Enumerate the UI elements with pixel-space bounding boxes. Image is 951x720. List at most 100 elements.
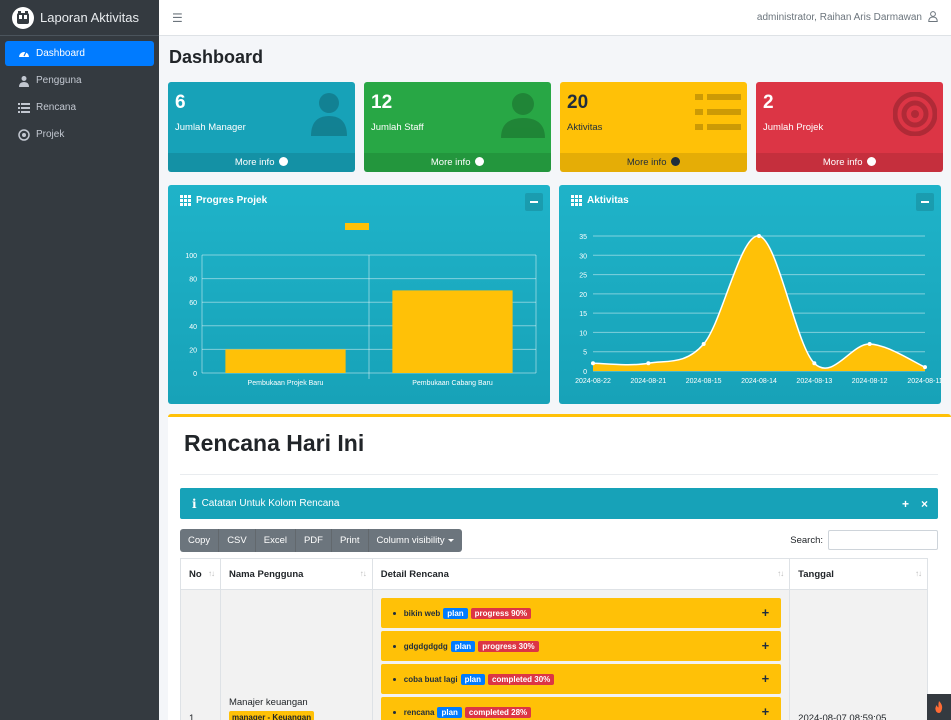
rencana-title: Rencana Hari Ini [184, 430, 365, 456]
aktivitas-card: Aktivitas 35 30 25 20 15 10 5 0 2024-08-22 2024-0… [559, 185, 941, 404]
plan-type-badge: plan [450, 640, 476, 652]
more-info-link[interactable]: More info [168, 153, 355, 172]
bullet [392, 677, 396, 681]
rencana-table: No ↑↓ Nama Pengguna ↑↓ Detail Rencana ↑↓ Ta… [180, 558, 928, 720]
target-icon [892, 91, 938, 139]
plan-status-badge: progress 30% [478, 640, 539, 652]
info-icon: i [192, 496, 197, 511]
brand[interactable]: Laporan Aktivitas [0, 0, 159, 36]
more-info-label: More info [430, 157, 471, 168]
y-tick-label: 25 [579, 273, 587, 280]
add-button[interactable]: + [762, 704, 770, 719]
x-tick-label: Pembukaan Projek Baru [248, 380, 324, 387]
column-header-nama[interactable]: Nama Pengguna ↑↓ [219, 558, 373, 590]
plan-text: rencana [403, 707, 435, 717]
more-info-link[interactable]: More info [364, 153, 551, 172]
topbar: ☰ administrator, Raihan Aris Darmawan [159, 0, 951, 36]
collapse-button[interactable] [525, 193, 543, 211]
app-title: Laporan Aktivitas [40, 10, 140, 25]
dashboard-icon [18, 48, 30, 60]
bullet [392, 710, 396, 714]
sidebar: Laporan Aktivitas Dashboard Pengguna Ren… [0, 0, 159, 720]
target-icon [18, 128, 30, 141]
stat-box-manager: 6 Jumlah Manager More info [168, 82, 355, 172]
plan-status-badge: progress 90% [470, 607, 532, 619]
plan-item: coba buat lagi plan completed 30% + [380, 664, 782, 694]
list-icon [18, 102, 30, 114]
card-header: Aktivitas [559, 185, 941, 215]
pdf-button[interactable]: PDF [295, 529, 332, 552]
add-button[interactable]: + [762, 638, 770, 653]
menu-icon[interactable]: ☰ [172, 11, 183, 25]
user-menu[interactable]: administrator, Raihan Aris Darmawan [756, 10, 938, 25]
sidebar-item-pengguna[interactable]: Pengguna [5, 68, 154, 93]
x-tick-label: 2024-08-11 [907, 378, 941, 385]
sort-icon: ↑↓ [777, 569, 784, 578]
y-tick-label: 10 [579, 330, 587, 337]
collapse-button[interactable] [916, 193, 934, 211]
column-header-no[interactable]: No ↑↓ [180, 558, 221, 590]
export-buttons: Copy CSV Excel PDF Print Column visibili… [180, 529, 462, 552]
user-icon [18, 75, 30, 87]
column-label: Tanggal [798, 568, 834, 580]
bar-chart: 100 80 60 40 20 0 Pembukaan Projek Baru Pembuka… [185, 223, 537, 387]
search: Search: [790, 530, 938, 550]
y-tick-label: 20 [189, 347, 197, 354]
stat-box-projek: 2 Jumlah Projek More info [756, 82, 943, 172]
cell-no: 1 [180, 589, 221, 720]
csv-button[interactable]: CSV [219, 529, 256, 552]
expand-button[interactable]: + [902, 497, 909, 511]
add-button[interactable]: + [762, 671, 770, 686]
bar [392, 290, 513, 373]
divider [180, 474, 938, 475]
sidebar-item-rencana[interactable]: Rencana [5, 95, 154, 120]
legend-swatch [345, 223, 369, 230]
x-tick-label: 2024-08-21 [630, 378, 666, 385]
rencana-card: Rencana Hari Ini i Catatan Untuk Kolom R… [168, 414, 951, 720]
data-point [591, 361, 595, 366]
info-callout: i Catatan Untuk Kolom Rencana + × [180, 488, 938, 519]
more-info-label: More info [234, 157, 275, 168]
print-button[interactable]: Print [331, 529, 369, 552]
y-tick-label: 0 [193, 371, 197, 378]
y-tick-label: 20 [579, 292, 587, 299]
cell-user: Manajer keuangan manager - Keuangan [219, 589, 373, 720]
more-info-link[interactable]: More info [560, 153, 747, 172]
column-visibility-button[interactable]: Column visibility [368, 529, 462, 552]
user-name: Manajer keuangan [228, 697, 308, 708]
list-icon [695, 92, 741, 135]
plan-text: bikin web [403, 608, 441, 618]
user-name: administrator, Raihan Aris Darmawan [756, 12, 922, 23]
column-header-tanggal[interactable]: Tanggal ↑↓ [789, 558, 928, 590]
data-point [757, 234, 761, 238]
column-label: Detail Rencana [380, 568, 449, 580]
search-input[interactable] [828, 530, 938, 550]
data-point [646, 361, 651, 366]
card-title: Progres Projek [196, 194, 268, 206]
plan-type-badge: plan [443, 607, 468, 619]
area-chart: 35 30 25 20 15 10 5 0 2024-08-22 2024-08-21 2024-0… [575, 234, 941, 385]
info-actions: + × [902, 497, 928, 511]
x-tick-label: 2024-08-15 [686, 378, 722, 385]
sidebar-item-label: Projek [36, 129, 65, 140]
th-icon [180, 194, 191, 206]
column-header-detail[interactable]: Detail Rencana ↑↓ [371, 558, 791, 590]
plan-item: rencana plan completed 28% + [380, 697, 782, 720]
copy-button[interactable]: Copy [180, 529, 220, 552]
sidebar-item-dashboard[interactable]: Dashboard [5, 41, 154, 66]
fire-icon[interactable] [927, 694, 951, 720]
more-info-link[interactable]: More info [756, 153, 943, 172]
area-fill [593, 235, 925, 371]
stat-boxes: 6 Jumlah Manager More info 12 Jumlah Sta… [168, 82, 943, 172]
plan-text: gdgdgdgdg [403, 641, 448, 651]
progres-projek-card: Progres Projek 100 80 60 40 20 0 Pembukaan Pro… [168, 185, 550, 404]
sidebar-item-label: Rencana [36, 102, 77, 113]
x-tick-label: 2024-08-13 [796, 378, 832, 385]
plan-item: gdgdgdgdg plan progress 30% + [380, 631, 782, 661]
close-button[interactable]: × [921, 497, 928, 511]
sidebar-item-projek[interactable]: Projek [5, 122, 154, 147]
add-button[interactable]: + [762, 605, 770, 620]
x-tick-label: 2024-08-14 [741, 378, 777, 385]
excel-button[interactable]: Excel [255, 529, 296, 552]
arrow-circle-right-icon [475, 157, 485, 166]
